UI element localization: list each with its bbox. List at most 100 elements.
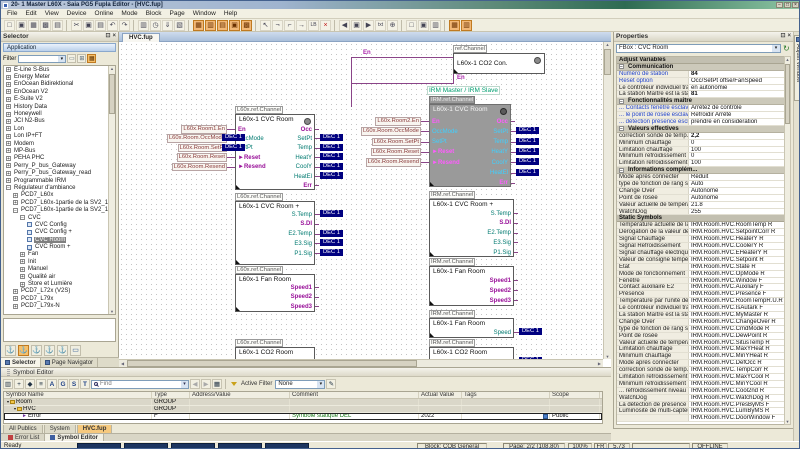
property-value[interactable]: en autonomie — [689, 85, 784, 91]
next-page-button[interactable]: ▶ — [363, 20, 374, 31]
expand-icon[interactable]: + — [6, 89, 11, 94]
tree-item[interactable]: +Init — [4, 258, 115, 265]
chevron-down-icon[interactable]: ▾ — [58, 56, 65, 62]
menu-item-view[interactable]: View — [45, 10, 59, 17]
property-value[interactable]: Réduit — [689, 174, 784, 180]
lb-tool-button[interactable]: LB — [308, 20, 319, 31]
expand-levels-button[interactable]: ≡ — [36, 379, 46, 389]
tree-item[interactable]: +PEHA PHC — [4, 155, 115, 162]
layout-button[interactable]: ▦ — [212, 379, 222, 389]
expand-icon[interactable]: + — [13, 296, 18, 301]
fbox-block[interactable]: L60x-1 CVC Room +S.TempS.DIE2.TempE3.Sig… — [235, 201, 315, 265]
fbox-block[interactable]: L60x-1 CO2 RoomAQ — [235, 347, 315, 359]
find-input[interactable]: Find▾ — [91, 380, 189, 389]
property-value[interactable]: 255 — [689, 209, 784, 215]
history-button[interactable]: ◷ — [150, 20, 161, 31]
menu-item-online[interactable]: Online — [95, 10, 114, 17]
expand-icon[interactable]: + — [13, 289, 18, 294]
properties-section[interactable]: −Valeurs effectives — [617, 126, 784, 133]
tree-item[interactable]: +PCD7_L60x — [4, 192, 115, 199]
fbox-block[interactable]: L60x-1 CVC RoomEnOccModeSetPt►Reset►Rese… — [235, 114, 315, 190]
property-value[interactable]: Autonome — [689, 188, 784, 194]
property-value[interactable]: Arrêtez de contrôle — [689, 105, 784, 111]
fbox-tool-3-button[interactable]: ▤ — [217, 20, 228, 31]
properties-section[interactable]: −Informations complém... — [617, 167, 784, 174]
new-page-button[interactable]: □ — [406, 20, 417, 31]
property-value[interactable]: IRM.Room.HVC.MinYHeat R — [689, 353, 784, 359]
menu-item-help[interactable]: Help — [224, 10, 237, 17]
fbox-resize-handle[interactable] — [236, 260, 240, 264]
tree-item[interactable]: CVC Room + — [4, 243, 115, 250]
property-value[interactable]: IRM.Room.HVC.DewPoint R — [689, 333, 784, 339]
anchor-icon-2[interactable]: ⚓ — [18, 345, 29, 356]
menu-item-window[interactable]: Window — [193, 10, 216, 17]
property-value[interactable]: Refroidir Arrêté — [689, 112, 784, 118]
property-value[interactable]: Occ/SetPt offse/FanSpeed — [689, 78, 784, 84]
tree-item[interactable]: +PCD7_L60x-1partie de la SV2_11 — [4, 199, 115, 206]
fbox-resize-handle[interactable] — [430, 182, 434, 186]
filter-g-button[interactable]: G — [58, 379, 68, 389]
vscroll-thumb[interactable] — [604, 49, 611, 75]
view-columns-button[interactable]: ▥ — [3, 379, 13, 389]
menu-item-file[interactable]: File — [7, 10, 17, 17]
filter-s-button[interactable]: S — [69, 379, 79, 389]
pin-icon[interactable]: ⊡ — [105, 33, 110, 40]
tab-page-navigator[interactable]: Page Navigator — [41, 358, 98, 367]
close-icon[interactable]: × — [112, 33, 116, 40]
property-value[interactable]: IRM.Room.HVC.MyMaster R — [689, 312, 784, 318]
collapse-icon[interactable]: − — [619, 168, 624, 173]
minimize-button[interactable]: − — [776, 2, 783, 8]
property-value[interactable]: IRM.Room.HVC.DoorWindow F — [689, 415, 784, 421]
prev-result-button[interactable]: ◀ — [190, 379, 200, 389]
tree-item[interactable]: +Programmable IRM — [4, 177, 115, 184]
column-header[interactable]: Tags — [462, 392, 550, 398]
tree-item[interactable]: +Qualité air — [4, 273, 115, 280]
tree-item[interactable]: +Perry_P_bus_Gateway — [4, 162, 115, 169]
collapse-icon[interactable]: − — [20, 215, 25, 220]
property-value[interactable]: prendre en considération — [689, 119, 784, 125]
property-value[interactable]: 84 — [689, 71, 784, 77]
property-value[interactable]: IRM.Room.HVC.MinYCool R — [689, 381, 784, 387]
property-value[interactable]: 100 — [689, 147, 784, 153]
property-value[interactable]: IRM.Room.HVC.Presence F — [689, 291, 784, 297]
column-header[interactable]: Symbol Name — [4, 392, 152, 398]
expand-icon[interactable]: + — [6, 67, 11, 72]
tab-error-list[interactable]: Error List — [3, 434, 45, 441]
fbox-block[interactable]: L60x-1 CVC RoomEnOccModeSetPt►Reset►Rese… — [429, 104, 511, 187]
fbox-tool-1-button[interactable]: ▦ — [193, 20, 204, 31]
tree-item[interactable]: +JCI N2-Bus — [4, 118, 115, 125]
zoom-tool-button[interactable]: ⊕ — [387, 20, 398, 31]
print-button[interactable]: ▤ — [52, 20, 63, 31]
property-value[interactable]: Auto — [689, 181, 784, 187]
tree-item[interactable]: −CVC — [4, 214, 115, 221]
tags-icon[interactable] — [543, 414, 548, 419]
column-header[interactable]: Type — [152, 392, 190, 398]
tree-item[interactable]: +EnOcean V2 — [4, 88, 115, 95]
collapse-icon[interactable]: − — [6, 185, 11, 190]
goto-symbol-button[interactable]: ◆ — [25, 379, 35, 389]
new-group-icon[interactable]: ⊞ — [77, 54, 86, 63]
expand-icon[interactable]: + — [6, 178, 11, 183]
fbox-resize-handle[interactable] — [454, 69, 458, 73]
property-value[interactable]: 2,2 — [689, 133, 784, 139]
column-header[interactable]: Actual Value — [419, 392, 462, 398]
filter-t-button[interactable]: T — [80, 379, 90, 389]
property-value[interactable]: IRM.Room.HVC.SetpointCorr R — [689, 229, 784, 235]
copy-button[interactable]: ▣ — [83, 20, 94, 31]
fbox-resize-handle[interactable] — [430, 252, 434, 256]
property-value[interactable]: IRM.Room.HVC.Window F — [689, 278, 784, 284]
tree-scroll-thumb[interactable] — [109, 74, 115, 114]
prev-page-button[interactable]: ◀ — [339, 20, 350, 31]
canvas-vscrollbar[interactable]: ▲▼ — [603, 42, 611, 359]
property-value[interactable]: IRM.Room.HVC.Auxiliary F — [689, 284, 784, 290]
go-online-button[interactable]: ▧ — [174, 20, 185, 31]
tree-item[interactable]: +Fan — [4, 251, 115, 258]
tree-item[interactable]: −PCD7_L60x-1partie de la SV2_13 — [4, 206, 115, 213]
anchor-icon-6[interactable]: ▭ — [70, 345, 81, 356]
fbox-selector-combo[interactable]: FBox : CVC Room▾ — [616, 44, 781, 53]
property-value[interactable]: IRM.Room.HVC.CmdMode R — [689, 326, 784, 332]
properties-section[interactable]: −Communication — [617, 64, 784, 71]
collapse-icon[interactable]: − — [619, 64, 624, 69]
column-header[interactable]: Address/Value — [190, 392, 290, 398]
page-setup-button[interactable]: ▥ — [430, 20, 441, 31]
